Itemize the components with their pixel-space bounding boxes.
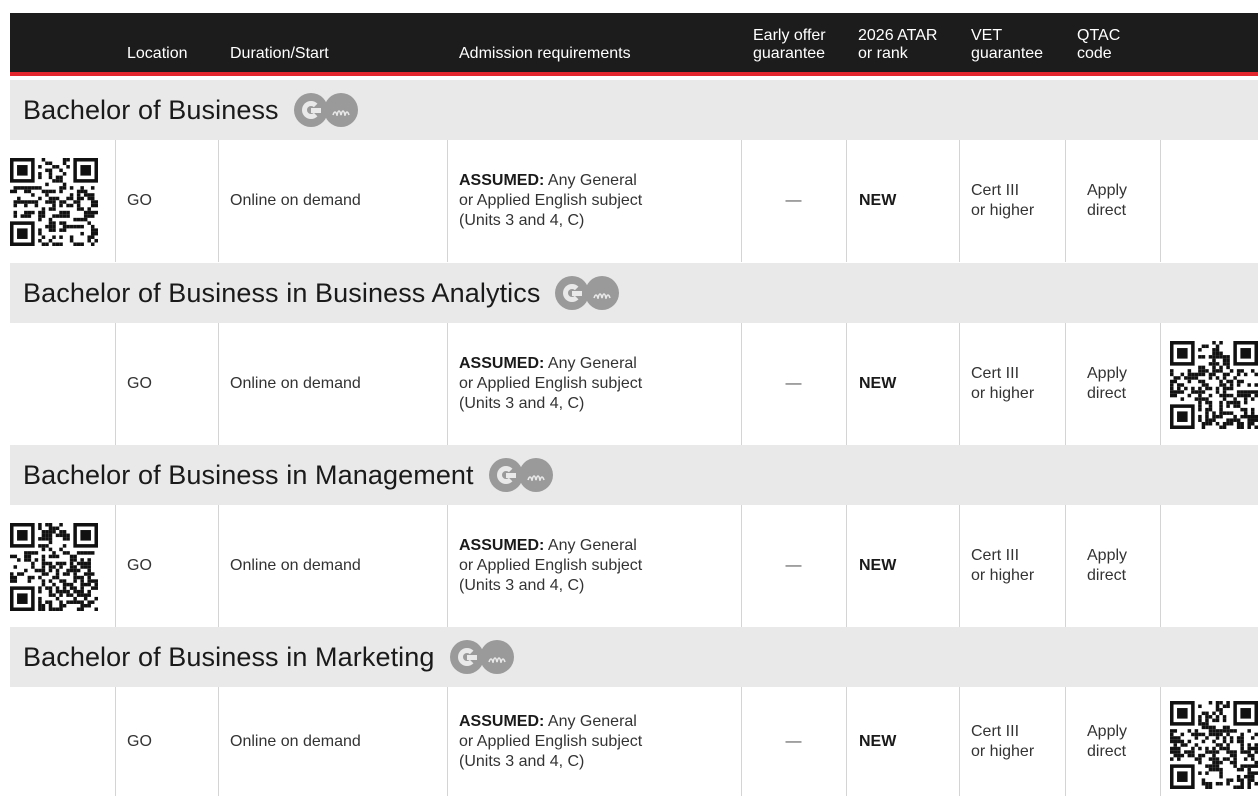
program-title-bar: Bachelor of Business in Business Analyti… [10,263,1258,323]
qr-code-icon[interactable] [1170,701,1258,789]
qtac-cell: Apply direct [1087,547,1128,584]
go-logo-icon [449,640,514,674]
early-offer-cell: — [785,732,802,750]
program-row: GO Online on demand ASSUMED: Any General… [10,687,1258,796]
location-cell: GO [127,557,152,574]
duration-cell: Online on demand [230,375,361,392]
atar-cell: NEW [859,732,897,750]
go-logo-icon [555,276,620,310]
header-vet: VET guarantee [971,27,1044,62]
qr-code-icon[interactable] [1170,341,1258,429]
atar-cell: NEW [859,557,897,574]
location-cell: GO [127,192,152,209]
location-cell: GO [127,375,152,392]
program-title: Bachelor of Business in Business Analyti… [23,277,541,308]
table-header: Location Duration/Start Admission requir… [10,13,1258,76]
header-early-offer: Early offer guarantee [753,27,826,62]
location-cell: GO [127,732,152,750]
early-offer-cell: — [785,375,802,392]
program-title-bar: Bachelor of Business in Marketing [10,627,1258,687]
header-atar: 2026 ATAR or rank [858,27,938,62]
qtac-cell: Apply direct [1087,722,1128,760]
program-title: Bachelor of Business [23,94,279,125]
program-title: Bachelor of Business in Marketing [23,641,435,672]
duration-cell: Online on demand [230,192,361,209]
atar-cell: NEW [859,192,897,209]
admission-cell: ASSUMED: Any General or Applied English s… [459,172,643,229]
admission-cell: ASSUMED: Any General or Applied English s… [459,712,643,770]
program-row: GO Online on demand ASSUMED: Any General… [10,140,1258,262]
vet-cell: Cert III or higher [971,182,1035,219]
go-logo-icon [488,458,553,492]
header-duration: Duration/Start [230,45,329,62]
qr-code-icon[interactable] [10,523,98,611]
early-offer-cell: — [785,192,802,209]
vet-cell: Cert III or higher [971,547,1035,584]
header-admission: Admission requirements [459,45,631,62]
header-qtac: QTAC code [1077,27,1121,62]
qtac-cell: Apply direct [1087,365,1128,402]
duration-cell: Online on demand [230,732,361,750]
vet-cell: Cert III or higher [971,722,1035,760]
duration-cell: Online on demand [230,557,361,574]
admission-cell: ASSUMED: Any General or Applied English s… [459,355,643,412]
header-location: Location [127,45,188,62]
program-title-bar: Bachelor of Business [10,80,1258,140]
go-logo-icon [293,93,358,127]
vet-cell: Cert III or higher [971,365,1035,402]
qr-code-icon[interactable] [10,158,98,246]
program-row: GO Online on demand ASSUMED: Any General… [10,505,1258,627]
program-row: GO Online on demand ASSUMED: Any General… [10,323,1258,445]
program-title: Bachelor of Business in Management [23,459,474,490]
early-offer-cell: — [785,557,802,574]
admission-cell: ASSUMED: Any General or Applied English s… [459,537,643,594]
qtac-cell: Apply direct [1087,182,1128,219]
program-title-bar: Bachelor of Business in Management [10,445,1258,505]
atar-cell: NEW [859,375,897,392]
